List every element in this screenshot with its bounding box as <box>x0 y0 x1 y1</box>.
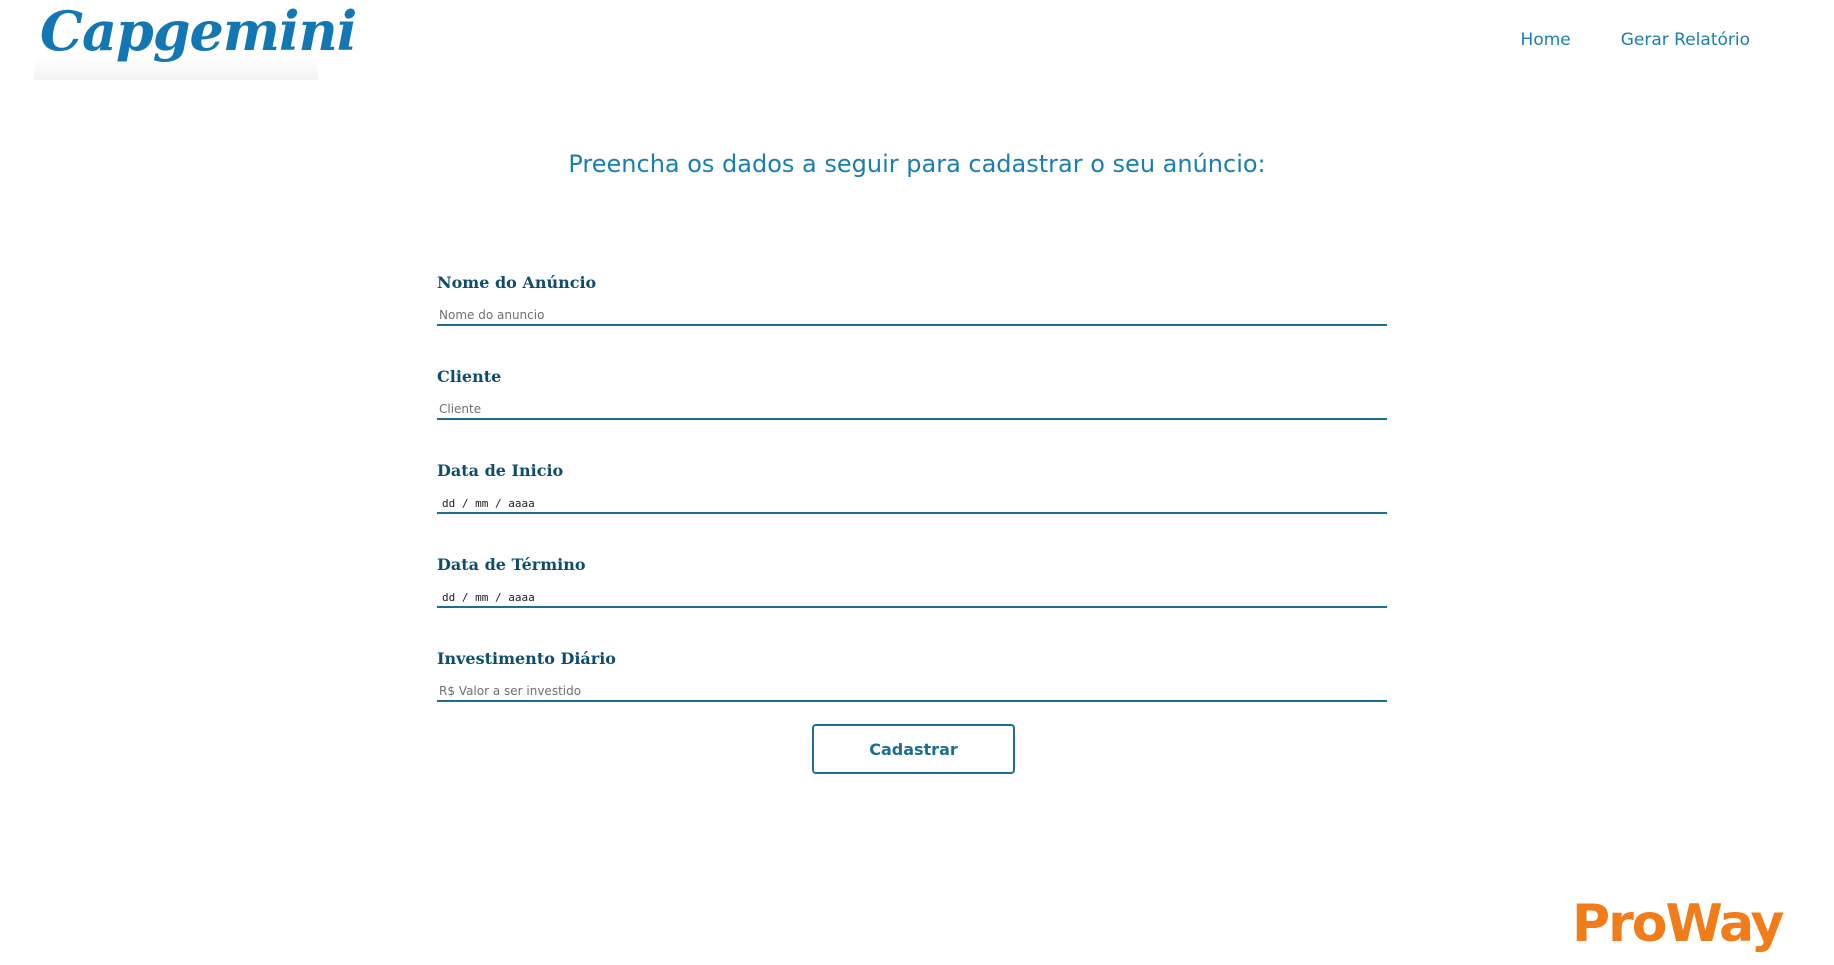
nome-anuncio-input[interactable] <box>437 306 1387 326</box>
nav-home-link[interactable]: Home <box>1521 30 1571 50</box>
top-nav: Home Gerar Relatório <box>1521 30 1750 50</box>
field-data-termino: Data de Término dd / mm / aaaa <box>437 552 1387 646</box>
page-title: Preencha os dados a seguir para cadastra… <box>568 150 1266 178</box>
investimento-diario-input[interactable] <box>437 682 1387 702</box>
anuncio-form: Nome do Anúncio Cliente Data de Inicio d… <box>437 270 1387 740</box>
proway-logo: ProWay <box>1572 894 1784 954</box>
cliente-input[interactable] <box>437 400 1387 420</box>
field-label: Nome do Anúncio <box>437 273 597 292</box>
field-cliente: Cliente <box>437 364 1387 458</box>
submit-wrapper: Cadastrar <box>812 724 1015 774</box>
capgemini-logo[interactable]: Capgemini <box>34 0 357 80</box>
data-termino-input[interactable]: dd / mm / aaaa <box>437 588 1387 608</box>
field-data-inicio: Data de Inicio dd / mm / aaaa <box>437 458 1387 552</box>
field-label: Cliente <box>437 367 502 386</box>
field-label: Investimento Diário <box>437 649 616 668</box>
page: Capgemini Home Gerar Relatório Preencha … <box>0 0 1834 965</box>
data-inicio-input[interactable]: dd / mm / aaaa <box>437 494 1387 514</box>
field-label: Data de Inicio <box>437 461 564 480</box>
cadastrar-button[interactable]: Cadastrar <box>812 724 1015 774</box>
field-nome-anuncio: Nome do Anúncio <box>437 270 1387 364</box>
field-label: Data de Término <box>437 555 586 574</box>
nav-gerar-relatorio-link[interactable]: Gerar Relatório <box>1621 30 1750 50</box>
logo-text: Capgemini <box>40 0 357 63</box>
